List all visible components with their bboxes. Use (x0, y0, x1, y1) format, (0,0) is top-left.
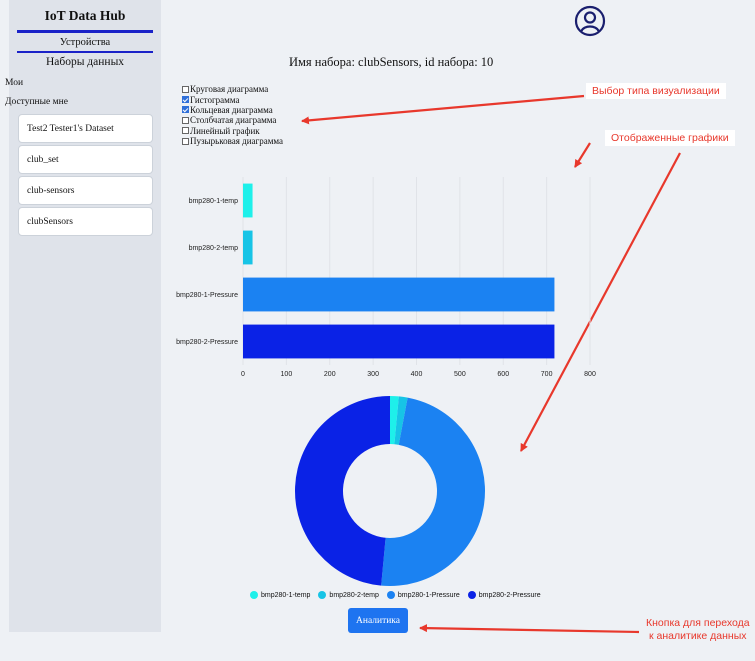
checkbox[interactable] (182, 127, 189, 135)
section-available-label: Доступные мне (5, 97, 68, 107)
chart-type-label: Гистограмма (190, 94, 240, 105)
legend-swatch (467, 591, 476, 599)
x-tick-label: 600 (497, 371, 509, 378)
bar (243, 230, 253, 265)
chart-type-option[interactable]: Столбчатая диаграмма (182, 115, 283, 125)
sidebar: IoT Data Hub Устройства Наборы данных Мо… (5, 0, 161, 632)
chart-type-label: Кольцевая диаграмма (190, 104, 273, 115)
donut-chart (294, 396, 486, 586)
dataset-item[interactable]: club_set (18, 145, 153, 174)
chart-type-option[interactable]: Пузырьковая диаграмма (182, 136, 283, 146)
dataset-item[interactable]: club-sensors (18, 176, 153, 205)
arrow-to-button (419, 624, 640, 634)
chart-type-selector: Круговая диаграмма Гистограмма Кольцевая… (182, 84, 283, 146)
x-tick-label: 100 (281, 371, 293, 378)
app-title: IoT Data Hub (44, 8, 126, 23)
legend-label: bmp280-1-temp (261, 591, 311, 599)
user-circle-icon[interactable] (574, 5, 606, 37)
chart-type-label: Круговая диаграмма (190, 84, 269, 95)
analytics-button[interactable]: Аналитика (348, 608, 408, 633)
checkbox[interactable] (182, 137, 189, 145)
y-tick-label: bmp280-2-temp (189, 245, 239, 252)
annotation-line: Кнопка для перехода (646, 617, 750, 629)
chart-type-option[interactable]: Кольцевая диаграмма (182, 105, 283, 115)
checkbox[interactable] (182, 106, 189, 114)
chart-type-label: Столбчатая диаграмма (190, 115, 277, 126)
checkbox[interactable] (182, 85, 189, 93)
y-tick-label: bmp280-2-Pressure (176, 339, 238, 346)
legend-item: bmp280-1-temp (250, 591, 310, 599)
legend-item: bmp280-2-Pressure (467, 591, 541, 599)
donut-slice (294, 396, 390, 586)
annotation-line: к аналитике данных (649, 630, 747, 642)
chart-type-option[interactable]: Гистограмма (182, 94, 283, 105)
annotation-charts-shown: Отображенные графики (605, 130, 735, 146)
bar (243, 277, 555, 312)
x-tick-label: 200 (324, 371, 336, 378)
chart-legend: bmp280-1-temp bmp280-2-temp bmp280-1-Pre… (250, 591, 541, 599)
x-tick-label: 700 (541, 371, 553, 378)
section-mine-label: Мои (5, 78, 24, 88)
x-tick-label: 0 (241, 371, 245, 378)
bar (243, 324, 555, 359)
bar (243, 183, 253, 218)
annotation-button-hint: Кнопка для перехода к аналитике данных (646, 617, 750, 643)
x-tick-label: 400 (411, 371, 423, 378)
legend-item: bmp280-2-temp (318, 591, 379, 599)
y-tick-label: bmp280-1-temp (189, 198, 239, 205)
x-tick-label: 500 (454, 371, 466, 378)
chart-type-option[interactable]: Круговая диаграмма (182, 84, 283, 94)
dataset-title: Имя набора: clubSensors, id набора: 10 (289, 55, 494, 69)
arrow-to-selector (301, 94, 585, 125)
annotation-viz-type: Выбор типа визуализации (586, 83, 726, 99)
legend-swatch (386, 591, 395, 599)
nav-devices[interactable]: Устройства (9, 33, 161, 51)
checkbox[interactable] (182, 96, 189, 104)
x-tick-label: 800 (584, 371, 596, 378)
legend-item: bmp280-1-Pressure (386, 591, 460, 599)
legend-swatch (250, 591, 258, 599)
y-tick-label: bmp280-1-Pressure (176, 292, 238, 299)
arrow-to-bar-chart (574, 142, 591, 168)
x-tick-label: 300 (367, 371, 379, 378)
legend-swatch (318, 591, 327, 599)
legend-label: bmp280-2-Pressure (478, 591, 541, 599)
legend-label: bmp280-2-temp (329, 591, 379, 599)
dataset-list: Test2 Tester1's Dataset club_set club-se… (9, 114, 161, 236)
chart-type-option[interactable]: Линейный график (182, 126, 283, 136)
legend-label: bmp280-1-Pressure (397, 591, 460, 599)
dataset-item[interactable]: clubSensors (18, 207, 153, 236)
dataset-item[interactable]: Test2 Tester1's Dataset (18, 114, 153, 143)
checkbox[interactable] (182, 116, 189, 124)
bar-chart: 0 100 200 300 400 500 600 700 800 bmp280-1-temp bm… (176, 177, 596, 378)
nav-datasets[interactable]: Наборы данных (9, 53, 161, 71)
chart-type-label: Пузырьковая диаграмма (190, 136, 284, 147)
chart-type-label: Линейный график (190, 125, 260, 136)
